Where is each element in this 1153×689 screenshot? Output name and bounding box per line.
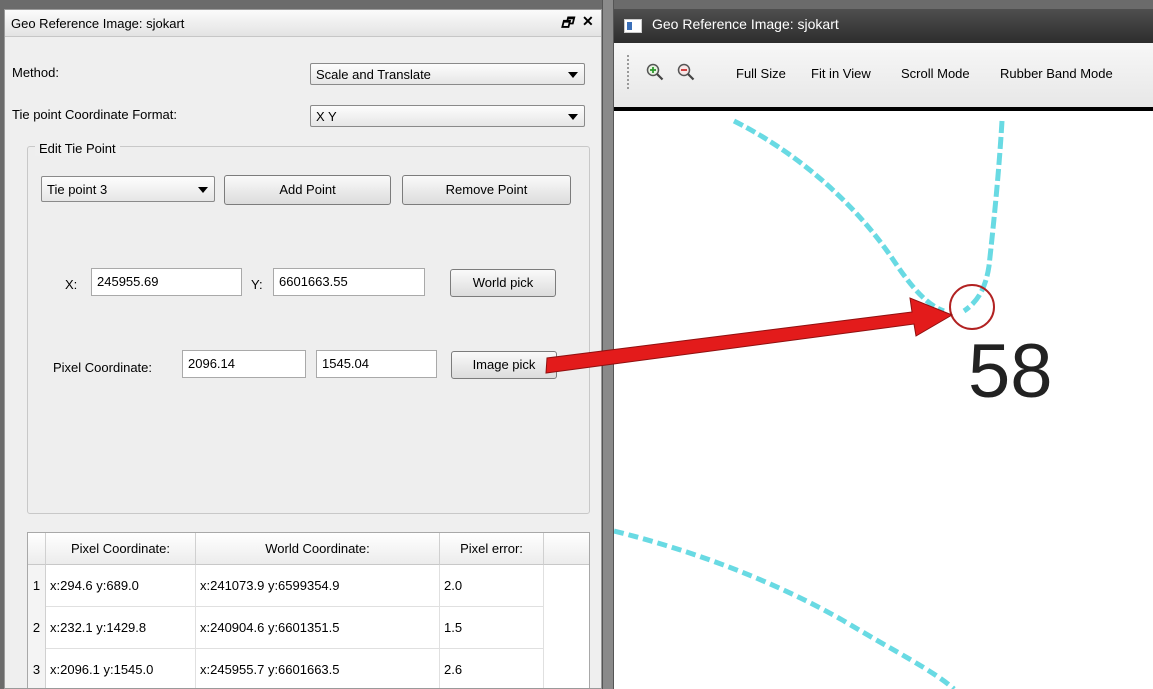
zoom-out-icon[interactable] xyxy=(677,63,695,81)
table-cell-world[interactable]: x:241073.9 y:6599354.9 xyxy=(196,565,440,607)
image-canvas[interactable]: 58 xyxy=(614,107,1153,689)
panel-title-bar: Geo Reference Image: sjokart 🗗 ✕ xyxy=(5,10,601,37)
zoom-in-icon[interactable] xyxy=(646,63,664,81)
scroll-mode-button[interactable]: Scroll Mode xyxy=(901,66,970,81)
table-cell-error[interactable]: 1.5 xyxy=(440,607,544,649)
map-label: 58 xyxy=(968,329,1053,414)
viewer-toolbar: Full Size Fit in View Scroll Mode Rubber… xyxy=(614,43,1153,108)
format-select[interactable]: X Y xyxy=(310,105,585,127)
table-cell-error[interactable]: 2.0 xyxy=(440,565,544,607)
pixel-x-field[interactable]: 2096.14 xyxy=(182,350,306,378)
x-label: X: xyxy=(65,277,78,292)
row-number[interactable]: 1 xyxy=(28,565,46,607)
panel-title: Geo Reference Image: sjokart xyxy=(11,16,185,31)
method-label: Method: xyxy=(12,65,59,80)
edit-tie-point-title: Edit Tie Point xyxy=(35,141,120,156)
map-image: 58 xyxy=(614,118,1053,689)
window-icon xyxy=(624,19,642,33)
table-cell-error[interactable]: 2.6 xyxy=(440,649,544,688)
table-cell-world[interactable]: x:245955.7 y:6601663.5 xyxy=(196,649,440,688)
row-number[interactable]: 3 xyxy=(28,649,46,688)
table-corner xyxy=(28,533,46,565)
format-value: X Y xyxy=(316,109,337,124)
tie-point-marker[interactable] xyxy=(949,284,995,330)
fit-in-view-button[interactable]: Fit in View xyxy=(811,66,871,81)
format-label: Tie point Coordinate Format: xyxy=(12,107,177,122)
viewer-title: Geo Reference Image: sjokart xyxy=(652,16,839,32)
remove-point-button[interactable]: Remove Point xyxy=(402,175,571,205)
image-pick-button[interactable]: Image pick xyxy=(451,351,557,379)
toolbar-grip[interactable] xyxy=(627,55,632,89)
full-size-button[interactable]: Full Size xyxy=(736,66,786,81)
column-header-empty xyxy=(544,533,589,565)
georeference-panel: Geo Reference Image: sjokart 🗗 ✕ Method:… xyxy=(4,9,602,689)
world-pick-button[interactable]: World pick xyxy=(450,269,556,297)
viewer-title-bar: Geo Reference Image: sjokart xyxy=(614,9,1153,43)
image-viewer-window: Geo Reference Image: sjokart Full Size F… xyxy=(614,9,1153,689)
y-label: Y: xyxy=(251,277,263,292)
table-cell-world[interactable]: x:240904.6 y:6601351.5 xyxy=(196,607,440,649)
pixel-coordinate-label: Pixel Coordinate: xyxy=(53,360,152,375)
tie-point-value: Tie point 3 xyxy=(47,182,108,197)
tie-point-select[interactable]: Tie point 3 xyxy=(41,176,215,202)
method-select[interactable]: Scale and Translate xyxy=(310,63,585,85)
rubber-band-mode-button[interactable]: Rubber Band Mode xyxy=(1000,66,1113,81)
column-header-error[interactable]: Pixel error: xyxy=(440,533,544,565)
column-header-pixel[interactable]: Pixel Coordinate: xyxy=(46,533,196,565)
tie-point-table: Pixel Coordinate: World Coordinate: Pixe… xyxy=(27,532,590,688)
row-number[interactable]: 2 xyxy=(28,607,46,649)
add-point-button[interactable]: Add Point xyxy=(224,175,391,205)
column-header-world[interactable]: World Coordinate: xyxy=(196,533,440,565)
chevron-down-icon xyxy=(568,114,578,120)
pixel-y-field[interactable]: 1545.04 xyxy=(316,350,437,378)
method-value: Scale and Translate xyxy=(316,67,431,82)
float-icon[interactable]: 🗗 xyxy=(561,14,573,36)
close-icon[interactable]: ✕ xyxy=(582,13,594,30)
table-cell-pixel[interactable]: x:232.1 y:1429.8 xyxy=(46,607,196,649)
table-cell-pixel[interactable]: x:294.6 y:689.0 xyxy=(46,565,196,607)
y-coordinate-field[interactable]: 6601663.55 xyxy=(273,268,425,296)
x-coordinate-field[interactable]: 245955.69 xyxy=(91,268,242,296)
table-cell-pixel[interactable]: x:2096.1 y:1545.0 xyxy=(46,649,196,688)
dock-splitter[interactable] xyxy=(602,0,614,689)
chevron-down-icon xyxy=(568,72,578,78)
chevron-down-icon xyxy=(198,187,208,193)
